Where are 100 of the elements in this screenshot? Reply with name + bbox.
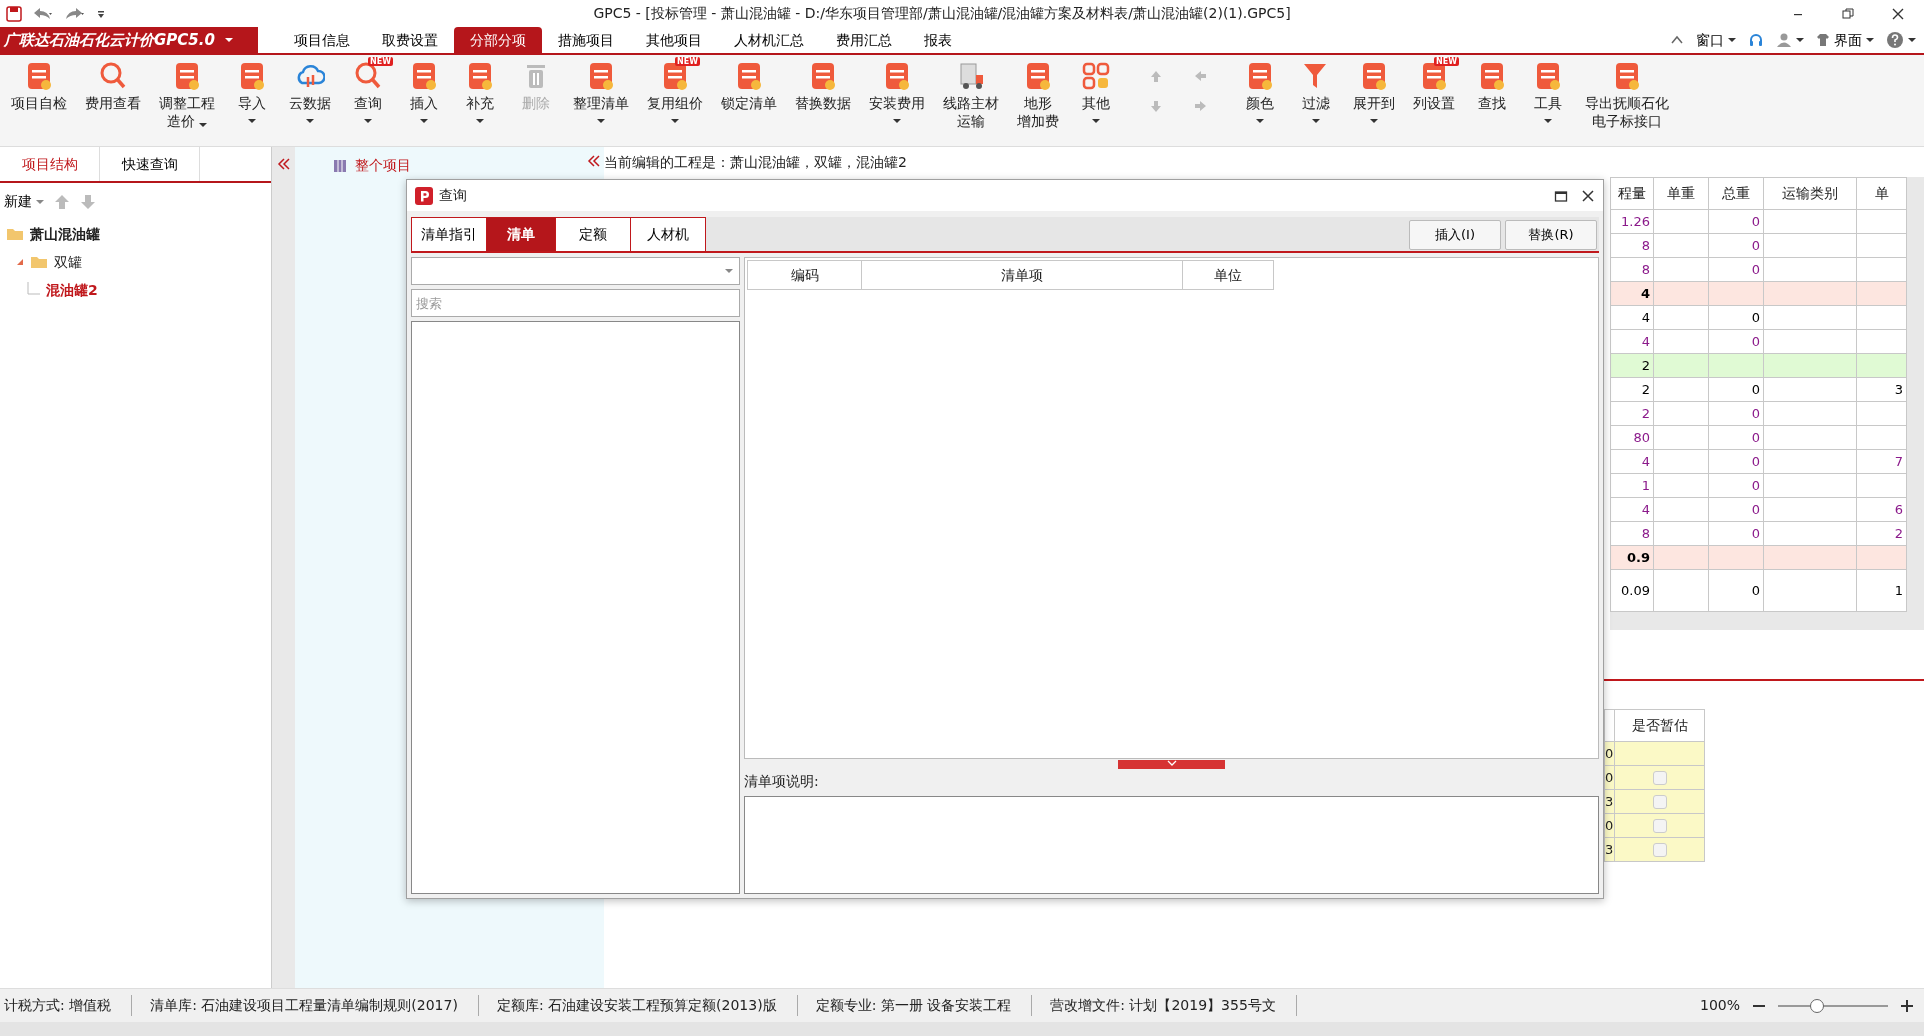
- restore-icon[interactable]: [1840, 5, 1856, 22]
- headset-button[interactable]: [1748, 32, 1764, 48]
- description-box[interactable]: [744, 796, 1599, 894]
- column-header: 总重: [1708, 177, 1764, 210]
- redo-icon[interactable]: [64, 5, 86, 22]
- menu-tab[interactable]: 费用汇总: [820, 27, 908, 53]
- checkbox[interactable]: [1652, 795, 1667, 810]
- table-cell: 0.9: [1610, 545, 1654, 570]
- dialog-tab[interactable]: 清单指引: [411, 217, 487, 251]
- maximize-icon[interactable]: [1554, 188, 1568, 203]
- status-text: 清单库: 石油建设项目工程量清单编制规则(2017): [146, 995, 479, 1016]
- grid-icon: [1081, 61, 1111, 91]
- splitter-handle[interactable]: [1118, 760, 1225, 769]
- dropdown-field[interactable]: [411, 257, 740, 285]
- toolbar-button[interactable]: 过滤: [1288, 61, 1344, 123]
- expand-toggle-icon[interactable]: [16, 258, 24, 266]
- table-cell: 3: [1604, 789, 1615, 814]
- checkbox[interactable]: [1652, 771, 1667, 786]
- toolbar-button[interactable]: 项目自检: [2, 61, 76, 112]
- menu-tab[interactable]: 其他项目: [630, 27, 718, 53]
- toolbar-button[interactable]: 补充: [452, 61, 508, 123]
- toolbar-button[interactable]: 查找: [1464, 61, 1520, 112]
- toolbar-button[interactable]: 安装费用: [860, 61, 934, 123]
- caret-icon: [36, 199, 44, 204]
- horizontal-scrollbar[interactable]: [1610, 612, 1907, 630]
- dialog-button[interactable]: 插入(I): [1409, 220, 1501, 250]
- table-cell: 0: [1708, 449, 1764, 474]
- dialog-tab[interactable]: 定额: [555, 217, 631, 251]
- dialog-button[interactable]: 替换(R): [1505, 220, 1597, 250]
- down-arrow-icon[interactable]: [80, 193, 96, 210]
- vertical-scrollbar[interactable]: [1907, 177, 1924, 630]
- status-text: 定额库: 石油建设安装工程预算定额(2013)版: [492, 995, 798, 1016]
- table-cell: 0.09: [1610, 569, 1654, 612]
- table-cell: 0: [1708, 497, 1764, 522]
- menu-tab[interactable]: 措施项目: [542, 27, 630, 53]
- undo-icon[interactable]: [32, 5, 54, 22]
- toolbar-button[interactable]: 插入: [396, 61, 452, 123]
- toolbar-button[interactable]: 展开到: [1344, 61, 1404, 123]
- help-button[interactable]: [1886, 31, 1916, 49]
- toolbar-button[interactable]: 导入: [224, 61, 280, 123]
- collapse-left-icon[interactable]: [276, 157, 291, 171]
- menu-button[interactable]: 界面: [1816, 29, 1874, 51]
- toolbar-button[interactable]: 工具: [1520, 61, 1576, 123]
- table-cell: 1: [1610, 473, 1654, 498]
- toolbar-button[interactable]: 其他: [1068, 61, 1124, 123]
- table-cell: 0: [1708, 305, 1764, 330]
- table-cell: 3: [1604, 837, 1615, 862]
- tree-item[interactable]: 混油罐2: [0, 276, 271, 304]
- table-cell: 0: [1708, 569, 1764, 612]
- dialog-tab[interactable]: 人材机: [630, 217, 706, 251]
- up-arrow-icon[interactable]: [54, 193, 70, 210]
- new-button[interactable]: 新建: [4, 191, 44, 212]
- close-icon[interactable]: [1581, 188, 1595, 203]
- caret-icon: [725, 269, 733, 273]
- table-cell: 80: [1610, 425, 1654, 450]
- search-field[interactable]: 搜索: [411, 289, 740, 317]
- status-text: 定额专业: 第一册 设备安装工程: [811, 995, 1033, 1016]
- status-text: 营改增文件: 计划【2019】355号文: [1046, 995, 1297, 1016]
- slider-thumb[interactable]: [1809, 998, 1824, 1013]
- menu-tab[interactable]: 取费设置: [366, 27, 454, 53]
- table-cell: 2: [1856, 521, 1907, 546]
- search-icon: [98, 61, 128, 91]
- tree-item[interactable]: 双罐: [0, 248, 271, 276]
- description-label: 清单项说明:: [744, 772, 820, 791]
- table-cell: 0: [1708, 257, 1764, 282]
- tree-item[interactable]: 萧山混油罐: [0, 220, 271, 248]
- table-cell: 0: [1708, 521, 1764, 546]
- save-icon[interactable]: [6, 5, 22, 22]
- column-header: 运输类别: [1763, 177, 1857, 210]
- checkbox[interactable]: [1652, 819, 1667, 834]
- toolbar-button[interactable]: 调整工程 造价: [150, 61, 224, 130]
- zoom-in-icon[interactable]: [1900, 998, 1914, 1013]
- toolbar-button[interactable]: 导出抚顺石化 电子标接口: [1576, 61, 1678, 130]
- toolbar-button[interactable]: 锁定清单: [712, 61, 786, 112]
- table-cell: 0: [1604, 813, 1615, 838]
- menu-tab[interactable]: 人材机汇总: [718, 27, 820, 53]
- user-button[interactable]: [1776, 32, 1804, 48]
- table-cell: 7: [1856, 449, 1907, 474]
- dialog-tab[interactable]: 清单: [486, 217, 556, 251]
- new-badge: NEW: [1434, 57, 1459, 66]
- menu-tab[interactable]: 项目信息: [278, 27, 366, 53]
- menu-tab[interactable]: 报表: [908, 27, 968, 53]
- status-text: 计税方式: 增值税: [0, 995, 133, 1016]
- toolbar-button[interactable]: 颜色: [1232, 61, 1288, 123]
- table-cell: 2: [1610, 401, 1654, 426]
- app-menu-button[interactable]: 广联达石油石化云计价GPC5.0: [0, 27, 258, 53]
- toolbar-button[interactable]: 线路主材 运输: [934, 61, 1008, 130]
- toolbar-button[interactable]: 替换数据: [786, 61, 860, 112]
- menu-button[interactable]: 窗口: [1696, 29, 1736, 51]
- toolbar-button[interactable]: 地形 增加费: [1008, 61, 1068, 130]
- toolbar-button[interactable]: 整理清单: [564, 61, 638, 123]
- checkbox[interactable]: [1652, 843, 1667, 858]
- table-cell: 0: [1708, 377, 1764, 402]
- table-icon: [333, 158, 347, 173]
- menu-tab[interactable]: 分部分项: [454, 27, 542, 53]
- table-cell: 0: [1708, 209, 1764, 234]
- toolbar-button[interactable]: 费用查看: [76, 61, 150, 112]
- collapse-left-icon[interactable]: [586, 153, 601, 168]
- toolbar-button[interactable]: 云数据: [280, 61, 340, 123]
- tree-item[interactable]: 整个项目: [295, 147, 411, 176]
